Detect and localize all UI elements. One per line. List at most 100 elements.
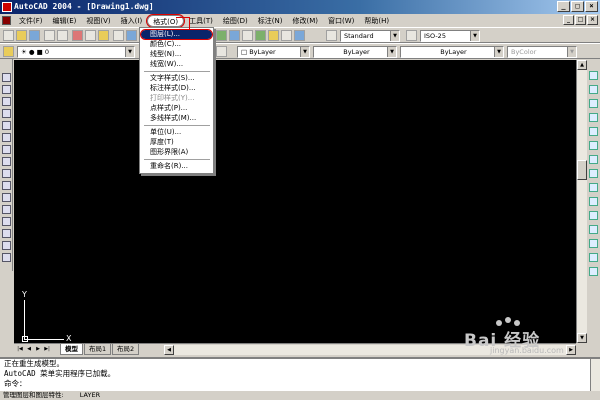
format-menu-units[interactable]: 单位(U)... [150, 128, 181, 137]
scroll-left-icon[interactable]: ◀ [164, 345, 174, 355]
line-icon[interactable] [2, 73, 11, 82]
scroll-down-icon[interactable]: ▼ [577, 333, 587, 343]
zoom-previous-icon[interactable] [242, 30, 253, 41]
autocad-app-icon[interactable] [2, 2, 12, 12]
format-menu-linetype[interactable]: 线型(N)... [150, 50, 181, 59]
prev-tab-icon[interactable]: ◀ [25, 345, 33, 354]
chevron-down-icon[interactable]: ▼ [387, 47, 396, 57]
tab-layout1[interactable]: 布局1 [84, 344, 112, 355]
chevron-down-icon[interactable]: ▼ [470, 31, 479, 41]
rotate-icon[interactable] [589, 155, 598, 164]
format-menu-rename[interactable]: 重命名(R)... [150, 162, 188, 171]
array-icon[interactable] [589, 127, 598, 136]
first-tab-icon[interactable]: |◀ [16, 345, 24, 354]
command-window[interactable]: 正在重生成模型。 AutoCAD 菜单实用程序已加载。 命令： [0, 357, 600, 391]
lineweight-combo[interactable]: ByLayer ▼ [400, 46, 504, 58]
format-menu-layer[interactable]: 图层(L)... [140, 29, 213, 40]
doc-minimize-button[interactable]: _ [563, 15, 574, 25]
chevron-down-icon[interactable]: ▼ [125, 47, 134, 57]
insert-block-icon[interactable] [2, 205, 11, 214]
chevron-down-icon[interactable]: ▼ [390, 31, 399, 41]
drawing-canvas[interactable]: Y X [14, 60, 576, 343]
make-block-icon[interactable] [2, 217, 11, 226]
hatch-icon[interactable] [2, 241, 11, 250]
menu-view[interactable]: 视图(V) [81, 15, 115, 27]
new-file-icon[interactable] [3, 30, 14, 41]
design-center-icon[interactable] [268, 30, 279, 41]
layer-manager-icon[interactable] [3, 46, 14, 57]
copy-icon[interactable] [85, 30, 96, 41]
maximize-button[interactable]: □ [571, 1, 584, 12]
format-menu-drawing-limits[interactable]: 图形界限(A) [150, 148, 188, 157]
text-style-combo[interactable]: Standard ▼ [340, 30, 400, 42]
menu-window[interactable]: 窗口(W) [323, 15, 359, 27]
spline-icon[interactable] [2, 169, 11, 178]
paste-icon[interactable] [98, 30, 109, 41]
explode-icon[interactable] [589, 267, 598, 276]
stretch-icon[interactable] [589, 183, 598, 192]
save-icon[interactable] [29, 30, 40, 41]
arc-icon[interactable] [2, 133, 11, 142]
linetype-combo[interactable]: ByLayer ▼ [313, 46, 397, 58]
offset-icon[interactable] [589, 113, 598, 122]
minimize-button[interactable]: _ [557, 1, 570, 12]
erase-icon[interactable] [589, 71, 598, 80]
zoom-icon[interactable] [229, 30, 240, 41]
format-menu-lineweight[interactable]: 线宽(W)... [150, 60, 183, 69]
rectangle-icon[interactable] [2, 121, 11, 130]
copy-object-icon[interactable] [589, 85, 598, 94]
tab-model[interactable]: 模型 [60, 344, 83, 355]
format-menu-color[interactable]: 颜色(C)... [150, 40, 181, 49]
cut-icon[interactable] [72, 30, 83, 41]
document-icon[interactable] [2, 16, 11, 25]
polyline-icon[interactable] [2, 97, 11, 106]
doc-restore-button[interactable]: □ [575, 15, 586, 25]
help-icon[interactable] [294, 30, 305, 41]
chevron-down-icon[interactable]: ▼ [300, 47, 309, 57]
undo-icon[interactable] [126, 30, 137, 41]
match-properties-icon[interactable] [113, 30, 124, 41]
menu-file[interactable]: 文件(F) [14, 15, 48, 27]
next-tab-icon[interactable]: ▶ [34, 345, 42, 354]
print-preview-icon[interactable] [57, 30, 68, 41]
break-icon[interactable] [589, 225, 598, 234]
vertical-scrollbar[interactable]: ▲ ▼ [576, 60, 587, 343]
circle-icon[interactable] [2, 145, 11, 154]
pan-icon[interactable] [216, 30, 227, 41]
color-combo[interactable]: □ ByLayer ▼ [237, 46, 310, 58]
scale-icon[interactable] [589, 169, 598, 178]
format-menu-thickness[interactable]: 厚度(T) [150, 138, 174, 147]
menu-draw[interactable]: 绘图(D) [218, 15, 253, 27]
point-icon[interactable] [2, 229, 11, 238]
format-menu-text-style[interactable]: 文字样式(S)... [150, 74, 195, 83]
last-tab-icon[interactable]: ▶| [43, 345, 51, 354]
mirror-icon[interactable] [589, 99, 598, 108]
scroll-up-icon[interactable]: ▲ [577, 60, 587, 70]
properties-icon[interactable] [255, 30, 266, 41]
chevron-down-icon[interactable]: ▼ [494, 47, 503, 57]
dim-style-combo[interactable]: ISO-25 ▼ [420, 30, 480, 42]
scroll-right-icon[interactable]: ▶ [566, 345, 576, 355]
tool-palette-icon[interactable] [281, 30, 292, 41]
chamfer-icon[interactable] [589, 239, 598, 248]
extend-icon[interactable] [589, 211, 598, 220]
doc-close-button[interactable]: × [587, 15, 598, 25]
ellipse-icon[interactable] [2, 181, 11, 190]
move-icon[interactable] [589, 141, 598, 150]
menu-help[interactable]: 帮助(H) [359, 15, 394, 27]
menu-insert[interactable]: 插入(I) [116, 15, 148, 27]
revision-cloud-icon[interactable] [2, 157, 11, 166]
open-file-icon[interactable] [16, 30, 27, 41]
scroll-thumb[interactable] [577, 160, 587, 180]
format-menu-mline-style[interactable]: 多线样式(M)... [150, 114, 196, 123]
command-scrollbar[interactable] [590, 359, 600, 391]
fillet-icon[interactable] [589, 253, 598, 262]
command-prompt[interactable]: 命令： [4, 379, 600, 389]
tab-layout2[interactable]: 布局2 [112, 344, 140, 355]
close-button[interactable]: × [585, 1, 598, 12]
print-icon[interactable] [44, 30, 55, 41]
polygon-icon[interactable] [2, 109, 11, 118]
menu-dimension[interactable]: 标注(N) [253, 15, 288, 27]
trim-icon[interactable] [589, 197, 598, 206]
layer-combo[interactable]: ☀ ● ■ 0 ▼ [17, 46, 135, 58]
